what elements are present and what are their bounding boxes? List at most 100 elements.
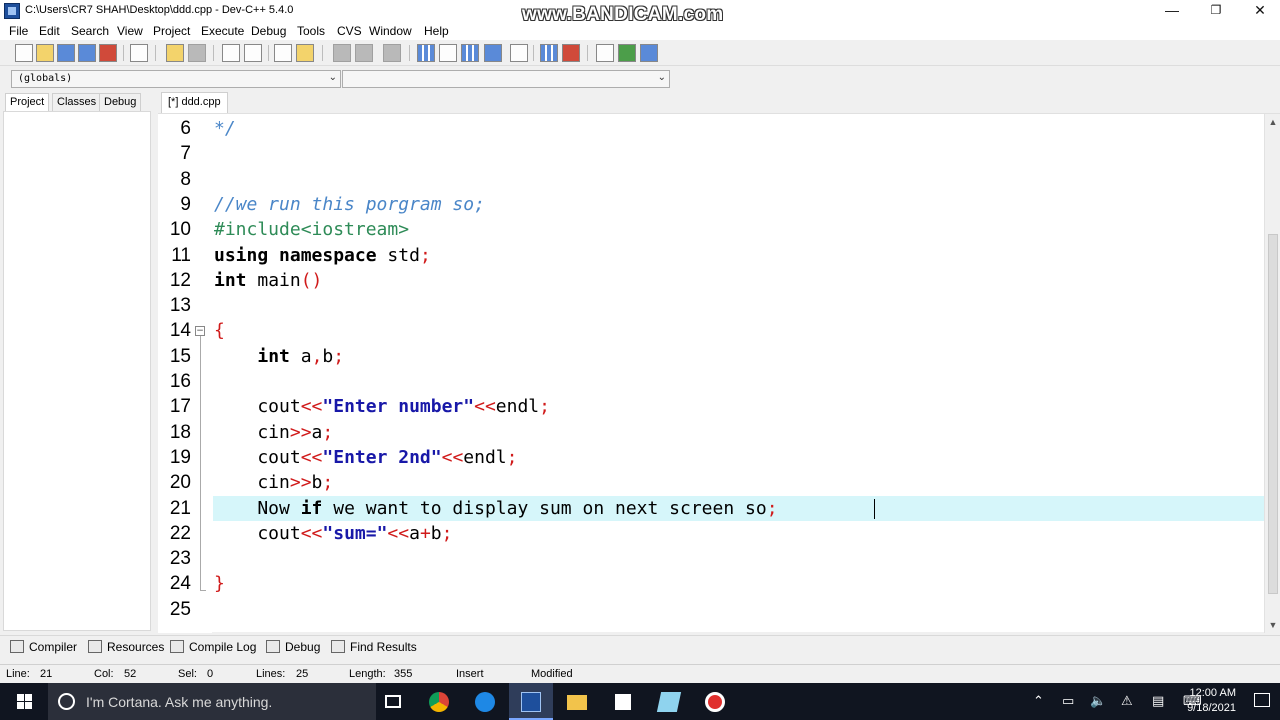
open-file-icon[interactable] <box>36 44 54 62</box>
code-text[interactable]: cin>>a; <box>214 420 333 445</box>
code-text[interactable]: */ <box>214 116 236 141</box>
new-project-icon[interactable] <box>596 44 614 62</box>
battery-icon[interactable]: ▭ <box>1062 693 1074 709</box>
devcpp-taskbar-button[interactable] <box>509 683 553 720</box>
go-back-icon[interactable] <box>333 44 351 62</box>
member-dropdown[interactable]: ⌄ <box>342 70 670 88</box>
code-line[interactable]: 15 int a,b; <box>158 344 1264 369</box>
menu-window[interactable]: Window <box>369 24 412 38</box>
menu-tools[interactable]: Tools <box>297 24 325 38</box>
vertical-scrollbar[interactable]: ▲ ▼ <box>1264 114 1280 633</box>
code-line[interactable]: 23 <box>158 546 1264 571</box>
code-text[interactable]: int main() <box>214 268 322 293</box>
code-line[interactable]: 14 { <box>158 318 1264 343</box>
volume-icon[interactable]: 🔈 <box>1090 693 1106 709</box>
code-text[interactable]: int a,b; <box>214 344 344 369</box>
file-explorer-taskbar-button[interactable] <box>555 683 599 720</box>
code-text[interactable]: #include<iostream> <box>214 217 409 242</box>
code-line[interactable]: 18 cin>>a; <box>158 420 1264 445</box>
chrome-taskbar-button[interactable] <box>417 683 461 720</box>
replace-icon[interactable] <box>244 44 262 62</box>
tab-resources[interactable]: Resources <box>88 640 164 658</box>
code-line[interactable]: 11 using namespace std; <box>158 243 1264 268</box>
code-line[interactable]: 9 //we run this porgram so; <box>158 192 1264 217</box>
tab-debug[interactable]: Debug <box>99 93 142 111</box>
tab-compile-log[interactable]: Compile Log <box>170 640 256 658</box>
app-taskbar-button[interactable] <box>647 683 691 720</box>
menu-help[interactable]: Help <box>424 24 449 38</box>
tab-ddd-cpp[interactable]: [*] ddd.cpp <box>161 92 228 113</box>
profile-icon[interactable] <box>540 44 558 62</box>
save-all-icon[interactable] <box>78 44 96 62</box>
delete-profile-icon[interactable] <box>562 44 580 62</box>
tab-find-results[interactable]: Find Results <box>331 640 417 658</box>
code-line[interactable]: 25 <box>158 597 1264 622</box>
find-icon[interactable] <box>222 44 240 62</box>
scope-dropdown[interactable]: (globals) ⌄ <box>11 70 341 88</box>
notifications-icon[interactable] <box>1254 693 1270 707</box>
restore-button[interactable]: ❐ <box>1194 0 1238 22</box>
close-file-icon[interactable] <box>99 44 117 62</box>
unindent-icon[interactable] <box>296 44 314 62</box>
run-icon[interactable] <box>439 44 457 62</box>
store-taskbar-button[interactable] <box>601 683 645 720</box>
menu-execute[interactable]: Execute <box>201 24 244 38</box>
chevron-up-icon[interactable]: ⌃ <box>1033 693 1044 709</box>
code-line[interactable]: 6 */ <box>158 116 1264 141</box>
action-center-icon[interactable]: ▤ <box>1152 693 1164 709</box>
tab-project[interactable]: Project <box>5 93 50 111</box>
toggle-bookmark-icon[interactable] <box>383 44 401 62</box>
close-button[interactable]: ✕ <box>1238 0 1280 22</box>
add-to-project-icon[interactable] <box>618 44 636 62</box>
new-file-icon[interactable] <box>15 44 33 62</box>
code-text[interactable]: { <box>214 318 225 343</box>
menu-project[interactable]: Project <box>153 24 190 38</box>
scrollbar-thumb[interactable] <box>1268 234 1278 594</box>
code-line[interactable]: 13 <box>158 293 1264 318</box>
menu-debug[interactable]: Debug <box>251 24 286 38</box>
clock[interactable]: 12:00 AM 9/18/2021 <box>1187 686 1236 716</box>
rebuild-all-icon[interactable] <box>484 44 502 62</box>
remove-from-project-icon[interactable] <box>640 44 658 62</box>
syntax-check-icon[interactable] <box>510 44 528 62</box>
scroll-up-icon[interactable]: ▲ <box>1265 114 1280 130</box>
tab-debug-output[interactable]: Debug <box>266 640 320 658</box>
code-editor[interactable]: 6 */ 7 8 9 //we run this porgram so; 10 #includ… <box>158 113 1280 633</box>
menu-file[interactable]: File <box>9 24 28 38</box>
scroll-down-icon[interactable]: ▼ <box>1265 617 1280 633</box>
go-forward-icon[interactable] <box>355 44 373 62</box>
code-text[interactable]: cout<<"Enter 2nd"<<endl; <box>214 445 517 470</box>
print-icon[interactable] <box>130 44 148 62</box>
undo-icon[interactable] <box>166 44 184 62</box>
tab-classes[interactable]: Classes <box>52 93 102 111</box>
task-view-button[interactable] <box>371 683 415 720</box>
project-tree[interactable] <box>3 111 151 631</box>
code-line[interactable]: 17 cout<<"Enter number"<<endl; <box>158 394 1264 419</box>
code-text[interactable]: using namespace std; <box>214 243 431 268</box>
menu-edit[interactable]: Edit <box>39 24 60 38</box>
cortana-search-box[interactable]: I'm Cortana. Ask me anything. <box>48 683 376 720</box>
code-line[interactable]: 12 int main() <box>158 268 1264 293</box>
bandicam-taskbar-button[interactable] <box>693 683 737 720</box>
fold-toggle-icon[interactable]: − <box>195 326 205 336</box>
menu-view[interactable]: View <box>117 24 143 38</box>
save-icon[interactable] <box>57 44 75 62</box>
code-text[interactable]: //we run this porgram so; <box>214 192 485 217</box>
code-line[interactable]: 16 <box>158 369 1264 394</box>
code-line[interactable]: 22 cout<<"sum="<<a+b; <box>158 521 1264 546</box>
code-line[interactable]: 24} <box>158 571 1264 596</box>
edge-taskbar-button[interactable] <box>463 683 507 720</box>
code-text[interactable]: cout<<"Enter number"<<endl; <box>214 394 550 419</box>
tab-compiler[interactable]: Compiler <box>10 640 77 658</box>
code-line[interactable]: 20 cin>>b; <box>158 470 1264 495</box>
network-icon[interactable]: ⚠ <box>1121 693 1133 709</box>
code-line[interactable]: 10 #include<iostream> <box>158 217 1264 242</box>
compile-run-icon[interactable] <box>461 44 479 62</box>
code-line[interactable]: 7 <box>158 141 1264 166</box>
compile-icon[interactable] <box>417 44 435 62</box>
code-text[interactable]: } <box>214 571 225 596</box>
code-text[interactable]: cout<<"sum="<<a+b; <box>214 521 452 546</box>
start-button[interactable] <box>0 683 48 720</box>
indent-icon[interactable] <box>274 44 292 62</box>
minimize-button[interactable]: — <box>1150 0 1194 22</box>
